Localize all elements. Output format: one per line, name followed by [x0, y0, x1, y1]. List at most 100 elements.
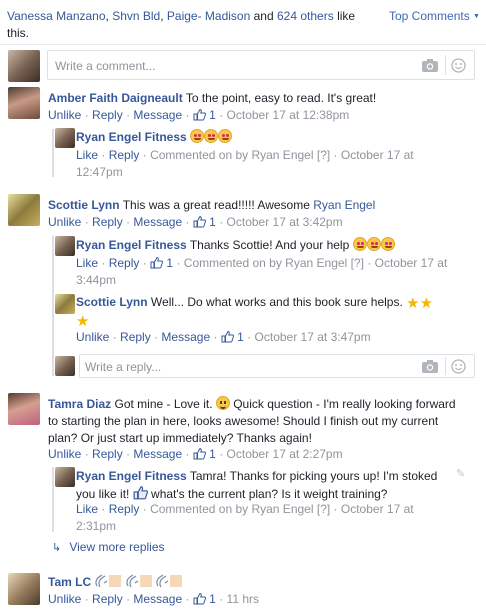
- separator: ·: [126, 215, 131, 229]
- message-link[interactable]: Message: [133, 108, 182, 122]
- help-bracket[interactable]: [?]: [317, 502, 330, 516]
- avatar[interactable]: [55, 294, 75, 314]
- separator: ·: [367, 256, 372, 270]
- reply-time[interactable]: October 17 at 3:47pm: [255, 330, 371, 344]
- like-number: 1: [209, 592, 216, 606]
- reply-author[interactable]: Ryan Engel Fitness: [76, 469, 187, 483]
- separator: ·: [185, 108, 190, 122]
- reply-time[interactable]: October 17 at: [375, 256, 448, 270]
- separator: ·: [84, 447, 89, 461]
- reply-input[interactable]: Write a reply...: [79, 354, 475, 378]
- comment-time[interactable]: 11 hrs: [227, 592, 259, 606]
- like-count[interactable]: 1: [193, 108, 216, 122]
- comment-body: Amber Faith Daigneault To the point, eas…: [48, 90, 376, 107]
- avatar[interactable]: [8, 194, 40, 226]
- help-bracket[interactable]: [?]: [317, 148, 330, 162]
- message-link[interactable]: Message: [133, 592, 182, 606]
- separator: ·: [185, 215, 190, 229]
- avatar[interactable]: [55, 467, 75, 487]
- reply-arrow-icon: ↳: [52, 542, 62, 554]
- reply-actions: Like · Reply · Commented on by Ryan Enge…: [76, 147, 456, 181]
- comment-time[interactable]: October 17 at 12:38pm: [227, 108, 350, 122]
- emoji-icon[interactable]: [451, 359, 466, 377]
- comment-text: This was a great read!!!!! Awesome: [122, 198, 310, 212]
- comment-author[interactable]: Tamra Diaz: [48, 397, 111, 411]
- reply-time-continued[interactable]: 3:44pm: [76, 273, 116, 287]
- like-count[interactable]: 1: [221, 330, 244, 344]
- sort-dropdown[interactable]: Top Comments ▼: [389, 8, 480, 25]
- reply-author[interactable]: Scottie Lynn: [76, 295, 148, 309]
- comment-author[interactable]: Tam LC: [48, 575, 91, 589]
- unlike-link[interactable]: Unlike: [48, 592, 81, 606]
- reply-author[interactable]: Ryan Engel Fitness: [76, 130, 187, 144]
- comment-time[interactable]: October 17 at 2:27pm: [227, 447, 343, 461]
- reply-actions: Unlike · Reply · Message · 1 · October 1…: [76, 329, 371, 346]
- camera-icon[interactable]: [422, 59, 438, 75]
- comment-input[interactable]: Write a comment...: [47, 50, 475, 80]
- view-more-label: View more replies: [69, 540, 165, 554]
- reply-author[interactable]: Ryan Engel Fitness: [76, 238, 187, 252]
- reply-link[interactable]: Reply: [109, 502, 140, 516]
- unlike-link[interactable]: Unlike: [76, 330, 109, 344]
- unlike-link[interactable]: Unlike: [48, 215, 81, 229]
- reply-link[interactable]: Reply: [92, 447, 123, 461]
- like-number: 1: [166, 256, 174, 270]
- unlike-link[interactable]: Unlike: [48, 108, 81, 122]
- reply-link[interactable]: Reply: [92, 592, 123, 606]
- like-link[interactable]: Like: [76, 256, 98, 270]
- avatar[interactable]: [55, 236, 75, 256]
- avatar[interactable]: [55, 128, 75, 148]
- liker-link[interactable]: Shvn Bld: [112, 9, 160, 23]
- comment-text: Got mine - Love it.: [114, 397, 213, 411]
- comment-author[interactable]: Scottie Lynn: [48, 198, 120, 212]
- avatar[interactable]: [8, 393, 40, 425]
- help-bracket[interactable]: [?]: [351, 256, 364, 270]
- reply-time-continued[interactable]: 12:47pm: [76, 165, 123, 179]
- thumbs-up-icon: [193, 108, 206, 121]
- reply-link[interactable]: Reply: [92, 215, 123, 229]
- unlike-link[interactable]: Unlike: [48, 447, 81, 461]
- message-link[interactable]: Message: [133, 447, 182, 461]
- this-text: this.: [7, 26, 30, 40]
- mention-link[interactable]: Ryan Engel: [313, 198, 375, 212]
- avatar[interactable]: [8, 50, 40, 82]
- like-count[interactable]: 1: [193, 592, 216, 606]
- comment-author[interactable]: Amber Faith Daigneault: [48, 91, 183, 105]
- comment-time[interactable]: October 17 at 3:42pm: [227, 215, 343, 229]
- separator: ·: [142, 502, 147, 516]
- reply-time[interactable]: October 17 at: [341, 502, 414, 516]
- liker-link[interactable]: Vanessa Manzano: [7, 9, 106, 23]
- avatar[interactable]: [8, 573, 40, 605]
- separator: ·: [333, 148, 338, 162]
- like-text: like: [337, 9, 356, 23]
- avatar[interactable]: [8, 87, 40, 119]
- reply-time-continued[interactable]: 2:31pm: [76, 519, 116, 533]
- reply-text: Tamra! Thanks for picking yours up! I'm …: [189, 469, 438, 483]
- edit-pencil-icon[interactable]: ✎: [456, 467, 465, 480]
- separator: ·: [101, 256, 106, 270]
- like-count[interactable]: 1: [150, 256, 173, 270]
- heart-eyes-emoji-icon: [190, 129, 205, 143]
- input-divider: [445, 55, 446, 75]
- reply-time[interactable]: October 17 at: [341, 148, 414, 162]
- others-link[interactable]: 624 others: [277, 9, 334, 23]
- reply-link[interactable]: Reply: [109, 256, 140, 270]
- like-link[interactable]: Like: [76, 148, 98, 162]
- like-count[interactable]: 1: [193, 447, 216, 461]
- like-link[interactable]: Like: [76, 502, 98, 516]
- reply-link[interactable]: Reply: [120, 330, 151, 344]
- star-emoji-icon: ★: [406, 295, 420, 312]
- like-count[interactable]: 1: [193, 215, 216, 229]
- reply-link[interactable]: Reply: [92, 108, 123, 122]
- thumbs-up-icon: [221, 330, 234, 343]
- emoji-icon[interactable]: [451, 58, 466, 76]
- reply-link[interactable]: Reply: [109, 148, 140, 162]
- liker-link[interactable]: Paige- Madison: [167, 9, 250, 23]
- comment-text: To the point, easy to read. It's great!: [185, 91, 377, 105]
- avatar[interactable]: [55, 356, 75, 376]
- view-more-replies[interactable]: ↳ View more replies: [52, 539, 165, 557]
- message-link[interactable]: Message: [161, 330, 210, 344]
- camera-icon[interactable]: [422, 360, 438, 376]
- message-link[interactable]: Message: [133, 215, 182, 229]
- like-number: 1: [209, 447, 216, 461]
